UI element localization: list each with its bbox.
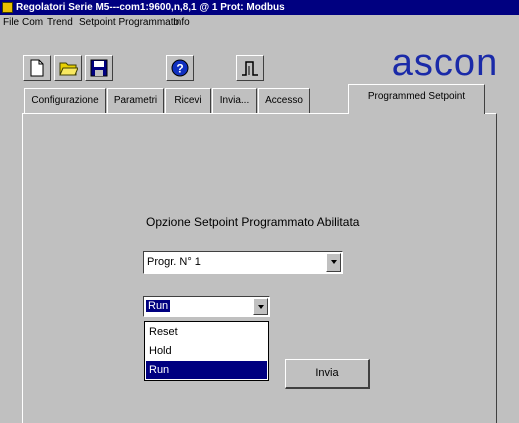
help-icon: ? xyxy=(171,59,189,77)
mode-option-run[interactable]: Run xyxy=(146,361,267,379)
menu-bar: File Com Trend Setpoint Programmato Info xyxy=(0,15,519,30)
window-title: Regolatori Serie M5---com1:9600,n,8,1 @ … xyxy=(16,2,285,13)
tab-ricevi[interactable]: Ricevi xyxy=(165,88,211,113)
tab-parametri[interactable]: Parametri xyxy=(107,88,164,113)
chevron-down-icon[interactable] xyxy=(253,298,268,315)
open-file-button[interactable] xyxy=(54,55,82,81)
program-select-value: Progr. N° 1 xyxy=(147,256,201,268)
tab-accesso[interactable]: Accesso xyxy=(258,88,310,113)
menu-info[interactable]: Info xyxy=(173,15,190,30)
new-document-button[interactable] xyxy=(23,55,51,81)
ascon-logo: ascon xyxy=(392,44,498,84)
title-bar[interactable]: Regolatori Serie M5---com1:9600,n,8,1 @ … xyxy=(0,0,519,15)
send-button[interactable]: Invia xyxy=(285,359,370,389)
svg-text:?: ? xyxy=(176,62,183,76)
menu-com[interactable]: Com xyxy=(22,15,43,30)
help-button[interactable]: ? xyxy=(166,55,194,81)
app-icon xyxy=(2,2,13,13)
mode-select[interactable]: Run xyxy=(143,296,270,317)
menu-setpoint-programmato[interactable]: Setpoint Programmato xyxy=(79,15,179,30)
mode-option-hold[interactable]: Hold xyxy=(146,342,267,360)
mode-option-reset[interactable]: Reset xyxy=(146,323,267,341)
menu-file[interactable]: File xyxy=(3,15,19,30)
mode-dropdown-list: Reset Hold Run xyxy=(144,321,269,381)
tab-programmed-setpoint[interactable]: Programmed Setpoint xyxy=(348,84,485,114)
signal-button[interactable] xyxy=(236,55,264,81)
open-folder-icon xyxy=(59,62,78,76)
app-window: Regolatori Serie M5---com1:9600,n,8,1 @ … xyxy=(0,0,519,423)
svg-text:ascon: ascon xyxy=(392,44,498,84)
program-select[interactable]: Progr. N° 1 xyxy=(143,251,343,274)
tab-configurazione[interactable]: Configurazione xyxy=(24,88,106,113)
save-button[interactable] xyxy=(85,55,113,81)
mode-select-value: Run xyxy=(146,300,171,312)
menu-trend[interactable]: Trend xyxy=(47,15,73,30)
chevron-down-icon[interactable] xyxy=(326,253,341,272)
tab-invia[interactable]: Invia... xyxy=(212,88,257,113)
new-document-icon xyxy=(30,59,44,77)
option-label: Opzione Setpoint Programmato Abilitata xyxy=(146,215,360,229)
signal-pulse-icon xyxy=(242,61,258,76)
save-disk-icon xyxy=(90,59,108,77)
